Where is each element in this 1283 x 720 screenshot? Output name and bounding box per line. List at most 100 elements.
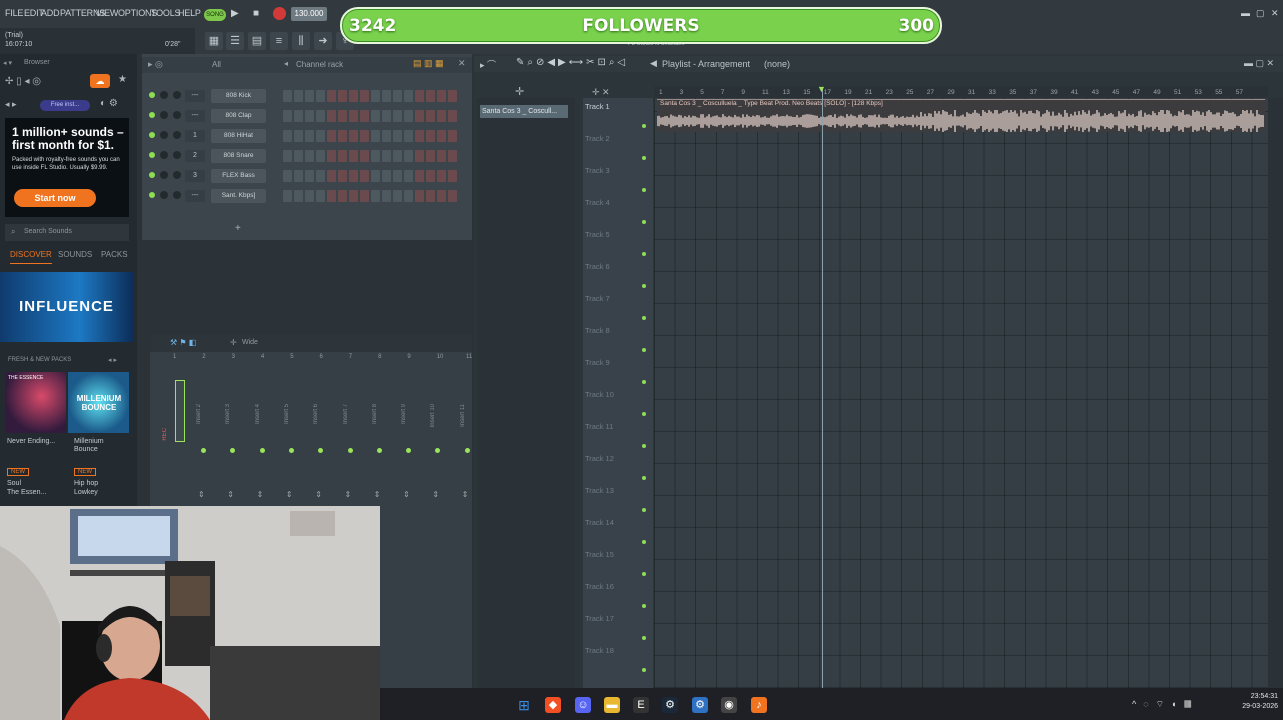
menu-help[interactable]: HELP [178,8,201,18]
step-button[interactable] [294,110,303,122]
step-button[interactable] [404,150,413,162]
step-button[interactable] [437,130,446,142]
mixer-pan-icon[interactable]: ⇕ [198,490,208,504]
mixer-tools-icon[interactable]: ⚒ ⚑ ◧ [170,338,196,347]
track-label[interactable]: Track 14 [585,518,647,527]
track-mute-led[interactable] [642,316,646,320]
step-button[interactable] [371,170,380,182]
channel-pan-knob[interactable] [160,171,168,179]
piano-roll-icon[interactable]: ▤ [248,32,266,50]
step-button[interactable] [393,110,402,122]
star-icon[interactable]: ★ [118,74,127,85]
step-button[interactable] [382,190,391,202]
step-button[interactable] [437,110,446,122]
pack-cover-1[interactable]: THE ESSENCE [5,372,66,433]
channel-name[interactable]: 808 Snare [211,149,266,163]
track-mute-led[interactable] [642,188,646,192]
track-label[interactable]: Track 7 [585,294,647,303]
settings-icon[interactable]: ⚙ [692,697,708,713]
step-button[interactable] [327,190,336,202]
mixer-insert-label[interactable]: Insert 3 [225,404,231,424]
step-button[interactable] [415,90,424,102]
step-button[interactable] [338,110,347,122]
speaker-icon[interactable]: ◐ ⚙ [100,98,118,109]
step-button[interactable] [294,170,303,182]
step-button[interactable] [382,130,391,142]
channel-pan-knob[interactable] [160,191,168,199]
channel-mute-led[interactable] [149,192,155,198]
channel-name[interactable]: 808 Kick [211,89,266,103]
free-instruments-pill[interactable]: Free inst... [40,100,90,111]
step-button[interactable] [338,190,347,202]
mixer-pan-icon[interactable]: ⇕ [286,490,296,504]
pattern-icon[interactable]: ▦ [205,32,223,50]
system-tray-icons[interactable]: ^◌⌔◖▦ [1132,699,1199,710]
step-button[interactable] [316,110,325,122]
channel-row[interactable]: --- 808 Clap [145,108,465,124]
channel-mute-led[interactable] [149,172,155,178]
channel-insert[interactable]: --- [185,90,205,102]
start-now-button[interactable]: Start now [14,189,96,207]
channel-insert[interactable]: 2 [185,150,205,162]
step-button[interactable] [404,170,413,182]
folder-icon[interactable]: ▬ [604,697,620,713]
step-button[interactable] [316,150,325,162]
channel-insert[interactable]: 3 [185,170,205,182]
pattern-add-icon[interactable]: ✛ [515,85,524,98]
step-button[interactable] [426,150,435,162]
menu-add[interactable]: ADD [41,8,60,18]
step-button[interactable] [316,170,325,182]
step-button[interactable] [448,150,457,162]
minimize-icon[interactable]: ▬ [1241,9,1250,18]
taskbar-clock[interactable]: 23:54:31 29-03-2026 [1223,692,1278,712]
step-button[interactable] [360,110,369,122]
step-button[interactable] [327,130,336,142]
mixer-send-led[interactable] [376,448,382,453]
browser-menu-icon[interactable]: ◂ ▾ [3,59,12,67]
step-button[interactable] [404,90,413,102]
mixer-send-led[interactable] [347,448,353,453]
step-sequencer[interactable] [283,110,459,122]
channel-mute-led[interactable] [149,92,155,98]
epic-games-icon[interactable]: E [633,697,649,713]
step-button[interactable] [283,130,292,142]
track-mute-led[interactable] [642,444,646,448]
step-button[interactable] [382,150,391,162]
record-icon[interactable] [273,7,286,20]
channel-row[interactable]: 3 FLEX Bass [145,168,465,184]
windows-start-icon[interactable]: ⊞ [516,697,532,713]
step-button[interactable] [327,170,336,182]
mixer-insert-label[interactable]: Insert 2 [196,404,202,424]
step-button[interactable] [393,150,402,162]
mixer-pan-icon[interactable]: ⇕ [374,490,384,504]
track-mute-led[interactable] [642,252,646,256]
track-mute-led[interactable] [642,636,646,640]
step-button[interactable] [448,110,457,122]
channel-volume-knob[interactable] [173,131,181,139]
track-label[interactable]: Track 13 [585,486,647,495]
step-button[interactable] [448,170,457,182]
song-mode-toggle[interactable]: SONG [204,9,226,21]
step-button[interactable] [426,190,435,202]
step-button[interactable] [360,190,369,202]
channel-volume-knob[interactable] [173,151,181,159]
step-button[interactable] [404,130,413,142]
play-icon[interactable]: ▶ [231,8,239,19]
mixer-insert-label[interactable]: Insert 7 [343,404,349,424]
step-button[interactable] [283,190,292,202]
step-button[interactable] [283,170,292,182]
step-button[interactable] [305,90,314,102]
pack-cover-2[interactable]: MILLENIUM BOUNCE [68,372,129,433]
track-label[interactable]: Track 9 [585,358,647,367]
step-button[interactable] [349,190,358,202]
search-bar[interactable]: ⌕ Search Sounds [5,224,129,241]
mixer-pan-icon[interactable]: ⇕ [403,490,413,504]
channel-name[interactable]: 808 HiHat [211,129,266,143]
obs-icon[interactable]: ◉ [721,697,737,713]
track-mute-led[interactable] [642,604,646,608]
track-label[interactable]: Track 2 [585,134,647,143]
step-button[interactable] [404,110,413,122]
step-sequencer[interactable] [283,130,459,142]
mixer-pan-icon[interactable]: ⇕ [462,490,472,504]
step-button[interactable] [382,110,391,122]
